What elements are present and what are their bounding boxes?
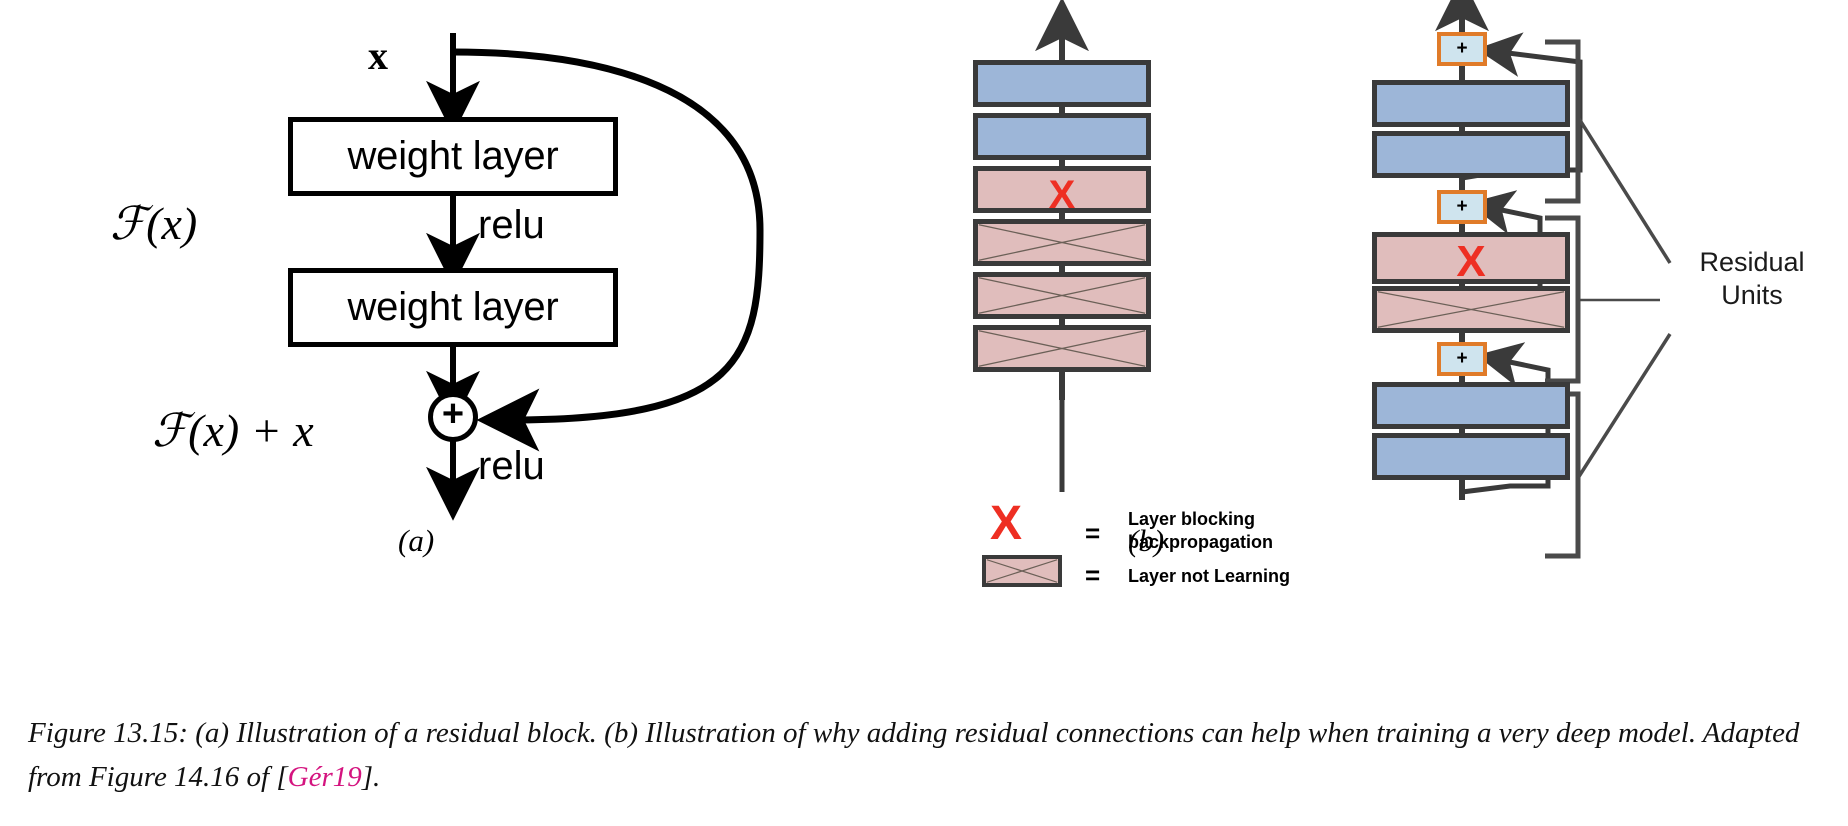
input-label-x: x (368, 33, 388, 78)
cross-hatch-icon (978, 277, 1146, 314)
right-stack-layer-3-blocking: X (1372, 232, 1570, 284)
cross-hatch-icon (986, 559, 1058, 583)
legend-x-icon: X (990, 497, 1023, 550)
legend-crossed-box-icon (982, 555, 1062, 587)
figure-root: x weight layer relu weight layer ℱ(x) ℱ(… (0, 0, 1848, 826)
relu-label-2: relu (478, 444, 545, 488)
legend-text-blocking: Layer blocking backpropagation (1128, 509, 1274, 552)
middle-stack-layer-6-not-learning (973, 325, 1151, 372)
right-stack-layer-5 (1372, 382, 1570, 429)
cross-hatch-icon (978, 224, 1146, 261)
figure-caption: Figure 13.15: (a) Illustration of a resi… (28, 712, 1828, 799)
right-stack-layer-2 (1372, 131, 1570, 178)
weight-layer-box-2: weight layer (288, 268, 618, 347)
right-stack-layer-6 (1372, 433, 1570, 480)
legend-text-not-learning: Layer not Learning (1128, 566, 1291, 586)
middle-stack-layer-3-blocking: X (973, 166, 1151, 217)
cross-hatch-icon (978, 330, 1146, 367)
residual-add-node-3: + (1437, 342, 1487, 376)
cross-hatch-icon (1377, 291, 1565, 328)
caption-citation[interactable]: Gér19 (288, 761, 362, 793)
weight-layer-box-1: weight layer (288, 117, 618, 196)
middle-stack-layer-4-not-learning (973, 219, 1151, 266)
legend-equals-1: = (1085, 518, 1101, 548)
residual-add-node-1: + (1437, 32, 1487, 66)
residual-units-label: Residual Units (1699, 247, 1805, 310)
middle-stack-layer-1 (973, 60, 1151, 107)
function-fx-plus-x-label: ℱ(x) + x (152, 405, 314, 456)
summation-node: + (428, 392, 478, 442)
right-stack-layer-1 (1372, 80, 1570, 127)
summation-plus-symbol: + (441, 393, 465, 435)
caption-suffix: ]. (361, 760, 381, 793)
legend-equals-2: = (1085, 560, 1101, 590)
middle-stack-layer-2 (973, 113, 1151, 160)
middle-stack-layer-5-not-learning (973, 272, 1151, 319)
plus-symbol: + (1456, 196, 1468, 217)
plus-symbol: + (1456, 348, 1468, 369)
panel-a-residual-block: x weight layer relu weight layer ℱ(x) ℱ(… (0, 0, 880, 600)
x-blocking-icon: X (1048, 173, 1076, 217)
right-stack-layer-4-not-learning (1372, 286, 1570, 333)
panel-a-sublabel: (a) (398, 523, 435, 558)
x-blocking-icon: X (1456, 237, 1486, 286)
plus-symbol: + (1456, 38, 1468, 59)
function-fx-label: ℱ(x) (110, 198, 198, 249)
residual-add-node-2: + (1437, 190, 1487, 224)
relu-label-1: relu (478, 203, 545, 247)
